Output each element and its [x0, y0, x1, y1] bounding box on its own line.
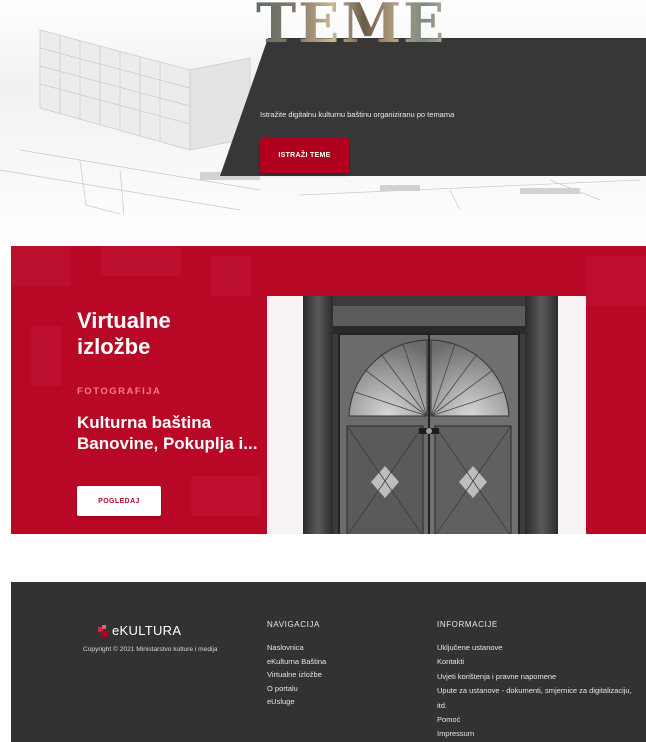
nav-link-naslovnica[interactable]: Naslovnica — [267, 641, 326, 655]
wooden-door-photo[interactable] — [267, 296, 586, 534]
ekultura-logo-text: eKULTURA — [112, 623, 182, 638]
info-link-pomoc[interactable]: Pomoć — [437, 713, 637, 727]
ekultura-logo[interactable]: eKULTURA — [97, 623, 181, 638]
info-link-uvjeti-koristenja[interactable]: Uvjeti korištenja i pravne napomene — [437, 670, 637, 684]
virtual-exhibitions-title: Virtualne izložbe — [77, 308, 171, 359]
exhibit-category: FOTOGRAFIJA — [77, 386, 162, 397]
exhibit-name[interactable]: Kulturna baština Banovine, Pokuplja i... — [77, 412, 267, 454]
hero-subtitle: Istražite digitalnu kulturnu baštinu org… — [260, 110, 455, 119]
nav-link-eusluge[interactable]: eUsluge — [267, 695, 326, 709]
information-heading: INFORMACIJE — [437, 620, 498, 629]
nav-link-virtualne-izlozbe[interactable]: Virtualne izložbe — [267, 668, 326, 682]
istrazi-teme-button[interactable]: ISTRAŽI TEME — [260, 138, 349, 173]
navigation-list: Naslovnica eKulturna Baština Virtualne i… — [267, 641, 326, 709]
info-link-kontakti[interactable]: Kontakti — [437, 655, 637, 669]
info-link-upute-za-ustanove[interactable]: Upute za ustanove - dokumenti, smjernice… — [437, 684, 637, 713]
nav-link-o-portalu[interactable]: O portalu — [267, 682, 326, 696]
nav-link-ekulturna-bastina[interactable]: eKulturna Baština — [267, 655, 326, 669]
site-footer: eKULTURA Copyright © 2021 Ministarstvo k… — [11, 582, 646, 742]
teme-hero: TEME Istražite digitalnu kulturnu baštin… — [0, 0, 646, 246]
info-link-impressum[interactable]: Impressum — [437, 727, 637, 741]
exhibit-photo-frame[interactable] — [267, 296, 586, 534]
copyright-text: Copyright © 2021 Ministarstvo kulture i … — [83, 646, 218, 653]
virtual-exhibitions-section: Virtualne izložbe FOTOGRAFIJA Kulturna b… — [11, 246, 646, 534]
info-link-ukljucene-ustanove[interactable]: Uključene ustanove — [437, 641, 637, 655]
information-list: Uključene ustanove Kontakti Uvjeti koriš… — [437, 641, 637, 742]
pogledaj-button[interactable]: POGLEDAJ — [77, 486, 161, 516]
ekultura-logo-icon — [98, 624, 107, 637]
teme-title: TEME — [256, 0, 496, 50]
navigation-heading: NAVIGACIJA — [267, 620, 320, 629]
